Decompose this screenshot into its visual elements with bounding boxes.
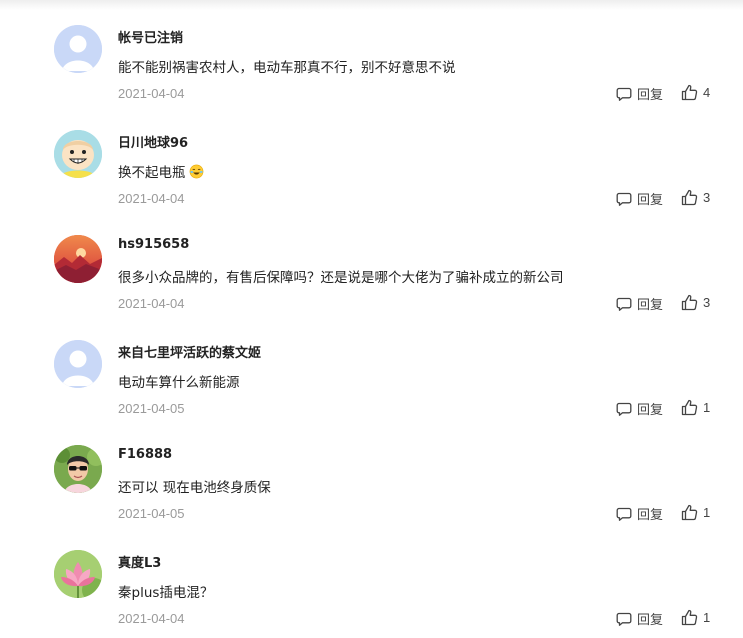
like-count: 4 [703, 85, 711, 100]
like-count: 3 [703, 190, 711, 205]
reply-label: 回复 [637, 613, 664, 628]
reply-label: 回复 [637, 298, 664, 313]
comment-content: 电动车算什么新能源 [118, 375, 240, 391]
speech-bubble-icon [616, 297, 632, 311]
comment-username[interactable]: 真度L3 [118, 552, 161, 571]
like-count: 1 [703, 505, 711, 520]
photo-avatar[interactable] [54, 445, 102, 493]
comment-item: F16888 还可以 现在电池终身质保 2021-04-05 回复 1 [0, 420, 743, 525]
comment-item: 日川地球96 换不起电瓶 2021-04-04 回复 3 [0, 105, 743, 210]
reply-label: 回复 [637, 403, 664, 418]
speech-bubble-icon [616, 192, 632, 206]
comment-username[interactable]: F16888 [118, 447, 172, 462]
comment-username[interactable]: 日川地球96 [118, 132, 188, 151]
comment-date: 2021-04-05 [118, 401, 185, 416]
reply-label: 回复 [637, 193, 664, 208]
like-count: 1 [703, 610, 711, 625]
comment-date: 2021-04-04 [118, 611, 185, 626]
comment-content: 很多小众品牌的，有售后保障吗？还是说是哪个大佬为了骗补成立的新公司 [118, 270, 564, 286]
thumbs-up-icon [681, 609, 698, 626]
reply-button[interactable]: 回复 [616, 294, 663, 313]
speech-bubble-icon [616, 612, 632, 626]
default-avatar[interactable] [54, 340, 102, 388]
default-avatar[interactable] [54, 25, 102, 73]
like-button[interactable]: 1 [681, 399, 710, 416]
speech-bubble-icon [616, 402, 632, 416]
like-button[interactable]: 4 [681, 84, 710, 101]
speech-bubble-icon [616, 507, 632, 521]
like-count: 1 [703, 400, 711, 415]
like-button[interactable]: 1 [681, 504, 710, 521]
comment-item: 来自七里坪活跃的蔡文姬 电动车算什么新能源 2021-04-05 回复 1 [0, 315, 743, 420]
reply-button[interactable]: 回复 [616, 84, 663, 103]
crying-laughing-emoji-icon [189, 164, 203, 179]
comment-username[interactable]: 来自七里坪活跃的蔡文姬 [118, 342, 261, 361]
thumbs-up-icon [681, 189, 698, 206]
thumbs-up-icon [681, 294, 698, 311]
comment-text: 换不起电瓶 [118, 165, 186, 181]
reply-button[interactable]: 回复 [616, 189, 663, 208]
comment-item: 帐号已注销 能不能别祸害农村人，电动车那真不行，别不好意思不说 2021-04-… [0, 0, 743, 105]
reply-label: 回复 [637, 88, 664, 103]
lotus-avatar[interactable] [54, 550, 102, 598]
like-count: 3 [703, 295, 711, 310]
comment-content: 换不起电瓶 [118, 161, 204, 181]
speech-bubble-icon [616, 87, 632, 101]
comment-item: hs915658 很多小众品牌的，有售后保障吗？还是说是哪个大佬为了骗补成立的新… [0, 210, 743, 315]
sunset-avatar[interactable] [54, 235, 102, 283]
comment-username[interactable]: hs915658 [118, 237, 189, 252]
comment-date: 2021-04-04 [118, 296, 185, 311]
comment-content: 还可以 现在电池终身质保 [118, 480, 271, 496]
like-button[interactable]: 1 [681, 609, 710, 626]
thumbs-up-icon [681, 504, 698, 521]
comment-content: 能不能别祸害农村人，电动车那真不行，别不好意思不说 [118, 60, 456, 76]
reply-button[interactable]: 回复 [616, 399, 663, 418]
comment-date: 2021-04-04 [118, 86, 185, 101]
comment-date: 2021-04-04 [118, 191, 185, 206]
reply-button[interactable]: 回复 [616, 609, 663, 628]
comment-username[interactable]: 帐号已注销 [118, 27, 183, 46]
like-button[interactable]: 3 [681, 189, 710, 206]
thumbs-up-icon [681, 84, 698, 101]
comment-content: 秦plus插电混？ [118, 585, 214, 601]
comment-date: 2021-04-05 [118, 506, 185, 521]
cartoon-face-avatar[interactable] [54, 130, 102, 178]
reply-button[interactable]: 回复 [616, 504, 663, 523]
thumbs-up-icon [681, 399, 698, 416]
reply-label: 回复 [637, 508, 664, 523]
comment-item: 真度L3 秦plus插电混？ 2021-04-04 回复 1 [0, 525, 743, 630]
like-button[interactable]: 3 [681, 294, 710, 311]
